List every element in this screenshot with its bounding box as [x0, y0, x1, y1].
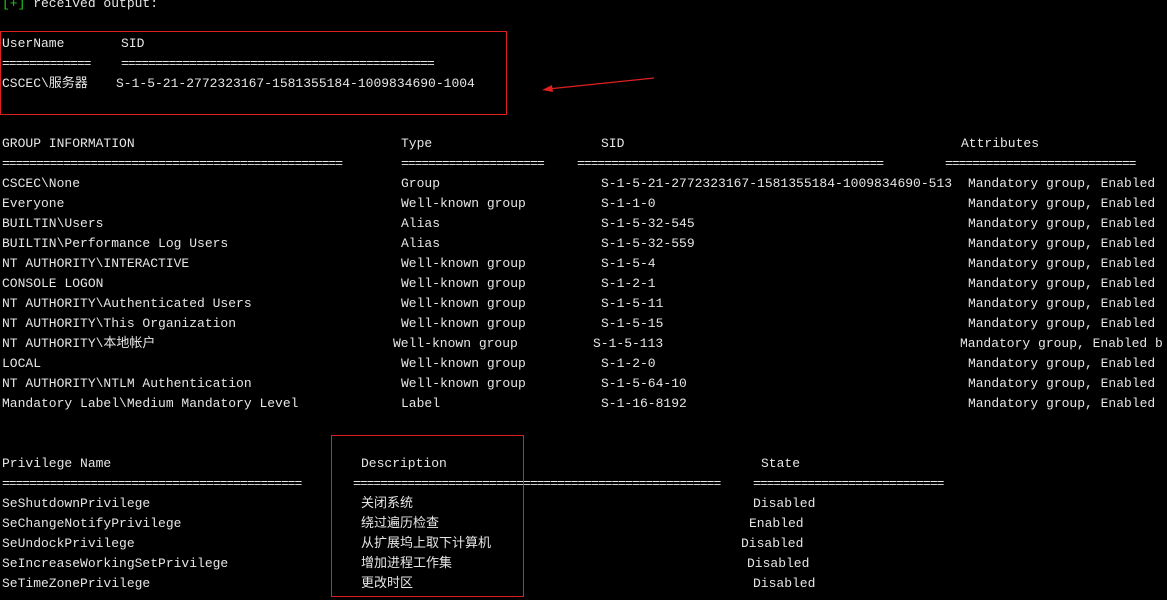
- privilege-row-state: Disabled: [741, 536, 804, 551]
- privilege-row-name: SeTimeZonePrivilege: [2, 576, 151, 591]
- terminal-output: [+] received output: UserName SID ======…: [0, 0, 1167, 600]
- group-row-attributes: Mandatory group, Enabled: [968, 216, 1156, 231]
- group-row-sid: S-1-5-64-10: [601, 376, 687, 391]
- group-header-name: GROUP INFORMATION: [2, 136, 135, 151]
- group-row-attributes: Mandatory group, Enabled: [968, 196, 1156, 211]
- group-row-name: BUILTIN\Users: [2, 216, 104, 231]
- group-row-name: Mandatory Label\Medium Mandatory Level: [2, 396, 299, 411]
- group-row-type: Alias: [401, 236, 441, 251]
- privilege-header-name: Privilege Name: [2, 456, 112, 471]
- group-separator-attributes: ============================: [945, 156, 1136, 171]
- group-row-name: NT AUTHORITY\This Organization: [2, 316, 237, 331]
- group-row-type: Well-known group: [401, 376, 526, 391]
- group-row-type: Label: [401, 396, 441, 411]
- annotation-arrow: [542, 77, 655, 92]
- group-row-attributes: Mandatory group, Enabled: [968, 256, 1156, 271]
- privilege-row-name: SeUndockPrivilege: [2, 536, 135, 551]
- group-row-name: NT AUTHORITY\本地帐户: [2, 336, 156, 351]
- privilege-row-state: Disabled: [747, 556, 810, 571]
- group-row-type: Well-known group: [401, 296, 526, 311]
- success-prefix: [+]: [2, 0, 26, 11]
- group-row-attributes: Mandatory group, Enabled: [968, 356, 1156, 371]
- group-row-type: Well-known group: [401, 256, 526, 271]
- privilege-row-state: Disabled: [753, 576, 816, 591]
- privilege-row-name: SeChangeNotifyPrivilege: [2, 516, 182, 531]
- group-header-sid: SID: [601, 136, 625, 151]
- privilege-row-state: Disabled: [753, 496, 816, 511]
- group-header-type: Type: [401, 136, 433, 151]
- privilege-header-state: State: [761, 456, 801, 471]
- group-row-sid: S-1-2-0: [601, 356, 656, 371]
- group-row-attributes: Mandatory group, Enabled b: [960, 336, 1163, 351]
- group-row-attributes: Mandatory group, Enabled: [968, 316, 1156, 331]
- privilege-separator-state: ============================: [753, 476, 944, 491]
- group-row-name: BUILTIN\Performance Log Users: [2, 236, 229, 251]
- group-row-attributes: Mandatory group, Enabled: [968, 276, 1156, 291]
- output-header-text: received output:: [25, 0, 159, 11]
- group-row-attributes: Mandatory group, Enabled: [968, 376, 1156, 391]
- group-row-attributes: Mandatory group, Enabled: [968, 176, 1156, 191]
- group-row-name: CONSOLE LOGON: [2, 276, 104, 291]
- group-separator-sid: ========================================…: [577, 156, 884, 171]
- group-row-sid: S-1-5-4: [601, 256, 656, 271]
- group-row-name: NT AUTHORITY\NTLM Authentication: [2, 376, 252, 391]
- group-row-attributes: Mandatory group, Enabled: [968, 296, 1156, 311]
- group-row-name: NT AUTHORITY\Authenticated Users: [2, 296, 252, 311]
- user-info-highlight-box: [0, 31, 507, 115]
- privilege-row-state: Enabled: [749, 516, 804, 531]
- group-row-type: Alias: [401, 216, 441, 231]
- group-row-attributes: Mandatory group, Enabled: [968, 236, 1156, 251]
- output-header: [+] received output:: [2, 0, 158, 12]
- group-row-sid: S-1-5-15: [601, 316, 664, 331]
- description-highlight-box: [331, 435, 524, 597]
- privilege-row-name: SeIncreaseWorkingSetPrivilege: [2, 556, 229, 571]
- group-row-type: Well-known group: [401, 276, 526, 291]
- group-row-name: NT AUTHORITY\INTERACTIVE: [2, 256, 190, 271]
- group-row-sid: S-1-5-21-2772323167-1581355184-100983469…: [601, 176, 953, 191]
- group-row-type: Group: [401, 176, 441, 191]
- group-separator-name: ========================================…: [2, 156, 343, 171]
- group-row-sid: S-1-16-8192: [601, 396, 687, 411]
- group-row-type: Well-known group: [401, 356, 526, 371]
- group-row-sid: S-1-5-11: [601, 296, 664, 311]
- group-row-sid: S-1-2-1: [601, 276, 656, 291]
- group-row-name: CSCEC\None: [2, 176, 81, 191]
- group-row-sid: S-1-5-32-559: [601, 236, 695, 251]
- group-row-type: Well-known group: [401, 196, 526, 211]
- group-separator-type: =====================: [401, 156, 545, 171]
- group-row-sid: S-1-1-0: [601, 196, 656, 211]
- group-row-sid: S-1-5-32-545: [601, 216, 695, 231]
- privilege-row-name: SeShutdownPrivilege: [2, 496, 151, 511]
- group-row-type: Well-known group: [401, 316, 526, 331]
- group-header-attributes: Attributes: [961, 136, 1040, 151]
- privilege-separator-name: ========================================…: [2, 476, 302, 491]
- group-row-attributes: Mandatory group, Enabled: [968, 396, 1156, 411]
- group-row-name: Everyone: [2, 196, 65, 211]
- group-row-name: LOCAL: [2, 356, 42, 371]
- group-row-sid: S-1-5-113: [593, 336, 664, 351]
- group-row-type: Well-known group: [393, 336, 518, 351]
